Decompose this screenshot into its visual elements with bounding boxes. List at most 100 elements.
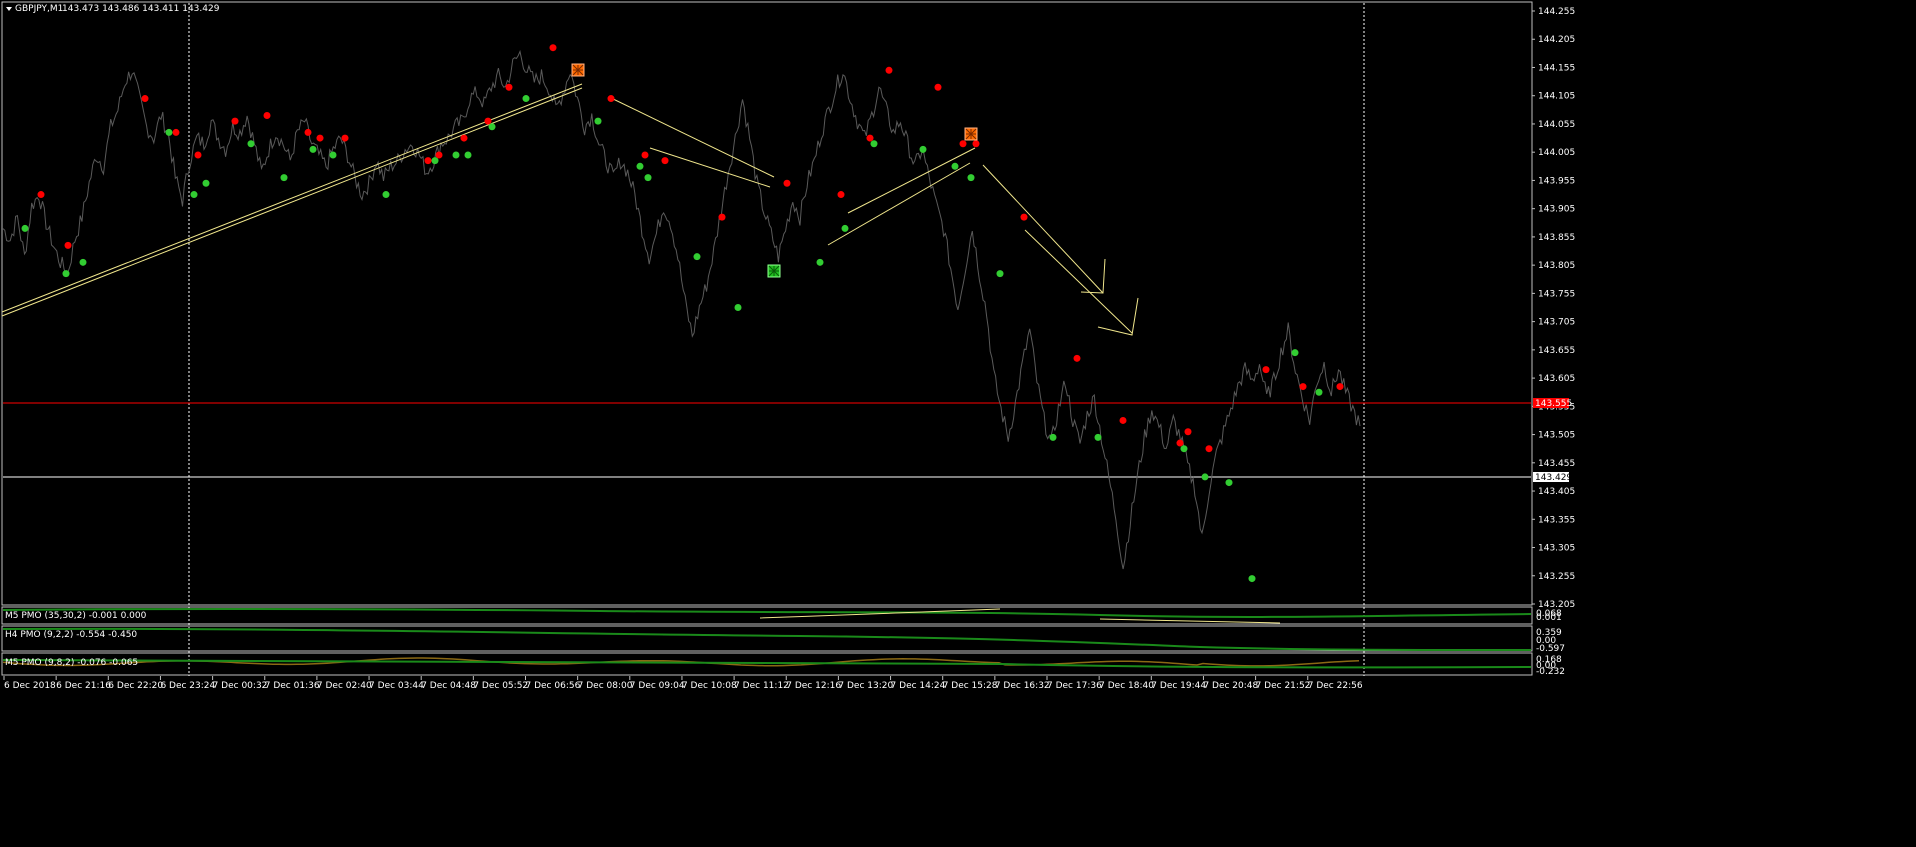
price-tick-label: 144.005 — [1538, 148, 1575, 158]
time-tick-label: 7 Dec 15:28 — [943, 681, 998, 691]
time-tick-label: 7 Dec 21:52 — [1256, 681, 1311, 691]
indicator-pane-1[interactable]: M5 PMO (35,30,2) -0.001 0.000 0.068 0.00… — [2, 607, 1562, 624]
trendlines[interactable] — [1, 83, 1139, 336]
symbol-label: GBPJPY,M1 — [15, 4, 63, 14]
sell-dot — [972, 140, 980, 148]
buy-dot — [693, 253, 701, 261]
price-tick-label: 144.155 — [1538, 63, 1575, 73]
time-tick-label: 7 Dec 20:48 — [1203, 681, 1258, 691]
time-tick-label: 7 Dec 00:32 — [213, 681, 268, 691]
buy-dot — [870, 140, 878, 148]
indicator-pane-2[interactable]: H4 PMO (9,2,2) -0.554 -0.450 0.359 0.00 … — [2, 627, 1565, 654]
sell-dots — [37, 44, 1344, 453]
sell-dot — [783, 179, 791, 187]
buy-dot — [329, 151, 337, 159]
sell-dot — [549, 44, 557, 52]
price-tick-label: 143.755 — [1538, 289, 1575, 299]
buy-dot — [996, 270, 1004, 278]
buy-dot — [522, 95, 530, 103]
buy-dots — [21, 95, 1323, 583]
sell-dot — [194, 151, 202, 159]
buy-dot — [1201, 473, 1209, 481]
buy-dot — [165, 128, 173, 136]
price-tick-label: 143.905 — [1538, 205, 1575, 215]
sell-dot — [1119, 416, 1127, 424]
buy-dot — [382, 191, 390, 199]
buy-dot — [1049, 433, 1057, 441]
time-tick-label: 7 Dec 05:52 — [473, 681, 528, 691]
sell-dot — [866, 134, 874, 142]
buy-dot — [247, 140, 255, 148]
buy-dot — [452, 151, 460, 159]
buy-dot — [636, 162, 644, 170]
time-tick-label: 6 Dec 21:16 — [56, 681, 111, 691]
sell-dot — [718, 213, 726, 221]
sell-dot — [837, 191, 845, 199]
time-tick-label: 7 Dec 16:32 — [995, 681, 1050, 691]
main-chart-frame — [1, 1, 1533, 606]
sell-signal-icon[interactable] — [964, 127, 978, 141]
buy-dot — [79, 258, 87, 266]
time-tick-label: 7 Dec 12:16 — [786, 681, 841, 691]
buy-dot — [1248, 575, 1256, 583]
sell-dot — [316, 134, 324, 142]
time-axis: 6 Dec 2018 6 Dec 21:166 Dec 22:206 Dec 23… — [3, 676, 1363, 691]
buy-dot — [967, 174, 975, 182]
buy-dot — [464, 151, 472, 159]
time-tick-label: 7 Dec 17:36 — [1047, 681, 1102, 691]
price-tick-label: 143.655 — [1538, 346, 1575, 356]
buy-dot — [951, 162, 959, 170]
trendline[interactable] — [649, 147, 771, 188]
price-tick-label: 143.455 — [1538, 459, 1575, 469]
chevron-down-icon[interactable] — [6, 7, 12, 11]
price-tick-label: 143.855 — [1538, 233, 1575, 243]
buy-dot — [1094, 433, 1102, 441]
trendline[interactable] — [827, 162, 971, 246]
time-tick-label: 7 Dec 04:48 — [421, 681, 476, 691]
sell-signal-icon[interactable] — [571, 63, 585, 77]
sell-dot — [435, 151, 443, 159]
buy-dot — [841, 224, 849, 232]
buy-dot — [1315, 388, 1323, 396]
buy-dot — [202, 179, 210, 187]
buy-dot — [644, 174, 652, 182]
time-tick-label: 7 Dec 18:40 — [1099, 681, 1154, 691]
buy-dot — [280, 174, 288, 182]
buy-dot — [309, 145, 317, 153]
sell-dot — [424, 157, 432, 165]
trendline[interactable] — [1, 87, 583, 317]
sell-dot — [1020, 213, 1028, 221]
sell-dot — [231, 117, 239, 125]
chart-canvas[interactable]: GBPJPY,M1 143.473 143.486 143.411 143.42… — [0, 0, 1916, 847]
price-tick-label: 143.705 — [1538, 318, 1575, 328]
time-tick-label: 7 Dec 06:56 — [526, 681, 581, 691]
sell-dot — [607, 95, 615, 103]
buy-signal-icon[interactable] — [767, 264, 781, 278]
sell-dot — [885, 66, 893, 74]
trendline[interactable] — [1, 83, 583, 313]
sell-dot — [1073, 354, 1081, 362]
time-tick-label: 7 Dec 19:44 — [1151, 681, 1206, 691]
buy-dot — [21, 224, 29, 232]
price-series-line — [2, 49, 1361, 570]
price-tick-label: 143.955 — [1538, 176, 1575, 186]
sell-dot — [959, 140, 967, 148]
indicator-pane-3[interactable]: M5 PMO (9,8,2) -0.076 -0.065 0.168 0.00 … — [2, 655, 1565, 677]
time-tick-label: 7 Dec 03:44 — [369, 681, 424, 691]
sell-dot — [505, 83, 513, 91]
trendline[interactable] — [1024, 229, 1133, 334]
time-tick-label: 6 Dec 22:20 — [108, 681, 163, 691]
sell-dot — [304, 128, 312, 136]
time-tick-label: 7 Dec 22:56 — [1308, 681, 1363, 691]
buy-dot — [1225, 479, 1233, 487]
time-tick-label: 7 Dec 09:04 — [630, 681, 685, 691]
price-tick-label: 143.355 — [1538, 515, 1575, 525]
ohlc-values: 143.473 143.486 143.411 143.429 — [62, 4, 220, 14]
sell-dot — [661, 157, 669, 165]
sell-dot — [1299, 383, 1307, 391]
sell-dot — [1184, 428, 1192, 436]
trading-terminal-chart[interactable]: GBPJPY,M1 143.473 143.486 143.411 143.42… — [0, 0, 1916, 847]
sell-dot — [37, 191, 45, 199]
buy-dot — [62, 270, 70, 278]
pmo-line — [2, 627, 1532, 651]
